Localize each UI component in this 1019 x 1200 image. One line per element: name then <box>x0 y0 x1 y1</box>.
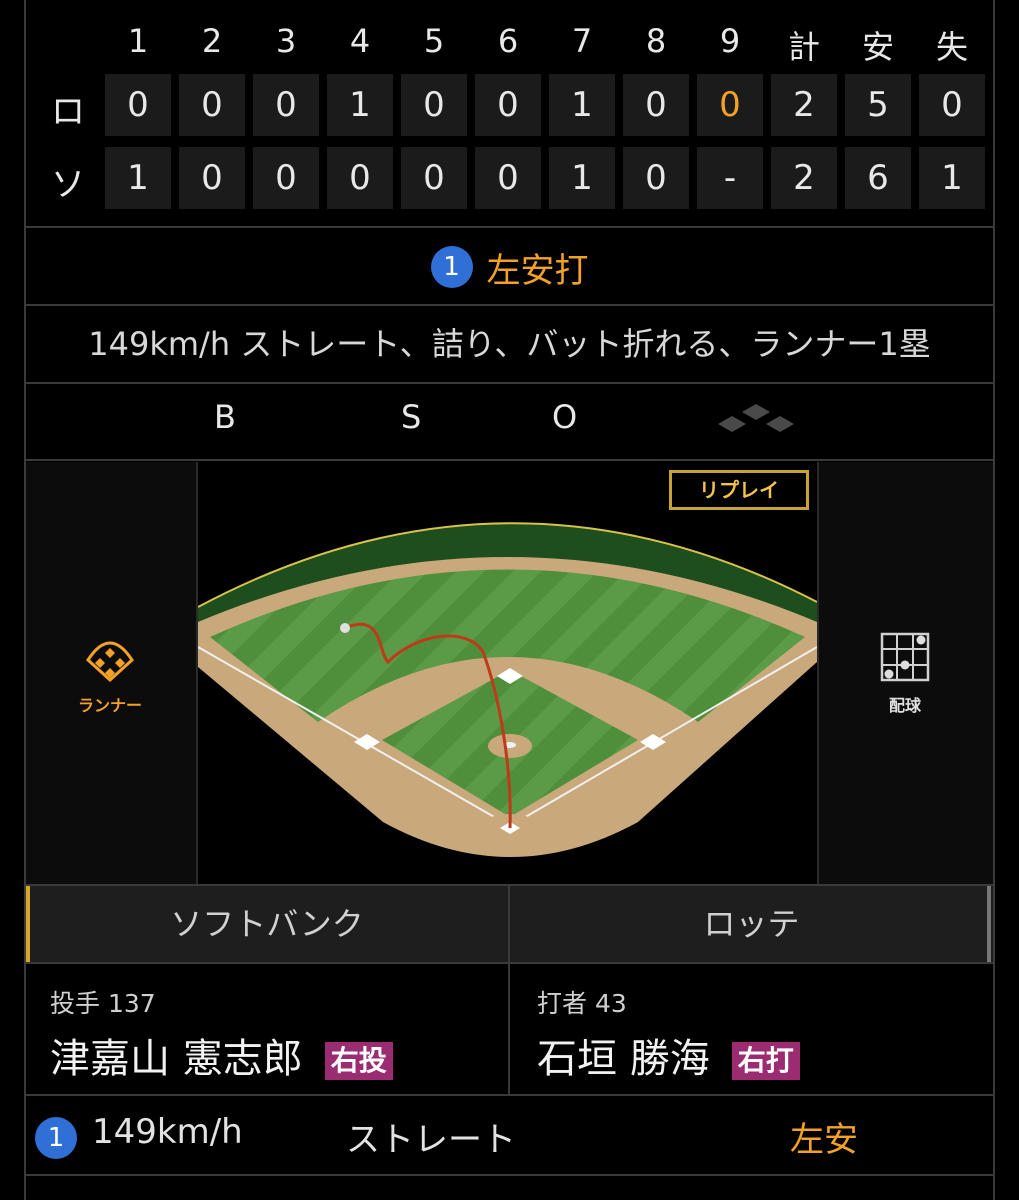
team-abbrev: ロ <box>51 92 85 132</box>
score-cell: 1 <box>919 147 985 209</box>
tab-softbank[interactable]: ソフトバンク <box>26 886 508 962</box>
divider <box>24 459 995 461</box>
score-cell: 0 <box>179 74 245 136</box>
out-count-label: O <box>552 398 578 436</box>
divider <box>24 226 995 228</box>
pitcher-role: 投手 137 <box>50 989 156 1018</box>
pitch-log-row[interactable]: 1 149km/h ストレート 左安 <box>26 1098 993 1174</box>
scoreboard-header: 6 <box>497 22 519 60</box>
score-cell: 0 <box>327 147 393 209</box>
divider <box>24 1094 995 1096</box>
scoreboard-header: 2 <box>201 22 223 60</box>
pitcher-name-row: 津嘉山 憲志郎 右投 <box>50 1026 393 1084</box>
batter-role: 打者 43 <box>537 989 627 1018</box>
scoreboard-header: 安 <box>861 28 894 66</box>
batter-name: 石垣 勝海 <box>537 1036 710 1082</box>
batter-hand-badge: 右打 <box>731 1042 800 1080</box>
tab-edge-indicator <box>987 886 991 962</box>
play-title: 左安打 <box>486 250 589 291</box>
runner-label[interactable]: ランナー <box>60 692 160 716</box>
score-cell: 1 <box>549 147 615 209</box>
score-cell: 1 <box>327 74 393 136</box>
score-cell: 2 <box>771 74 837 136</box>
strike-count-label: S <box>401 398 422 436</box>
score-cell: 5 <box>845 74 911 136</box>
pitcher-card: 投手 137 津嘉山 憲志郎 右投 <box>26 964 508 1094</box>
score-cell: 0 <box>475 147 541 209</box>
divider <box>817 462 819 884</box>
active-tab-indicator <box>26 886 30 962</box>
scoreboard-header: 4 <box>349 22 371 60</box>
runner-diamond-icon[interactable] <box>84 630 136 682</box>
divider <box>24 382 995 384</box>
score-cell: 0 <box>401 147 467 209</box>
play-header: 1 左安打 <box>26 230 993 304</box>
batter-card: 打者 43 石垣 勝海 右打 <box>510 964 993 1094</box>
score-cell: 2 <box>771 147 837 209</box>
scoreboard-header: 7 <box>571 22 593 60</box>
pitcher-hand-badge: 右投 <box>324 1042 393 1080</box>
batter-name-row: 石垣 勝海 右打 <box>537 1026 800 1084</box>
score-cell: 0 <box>401 74 467 136</box>
scoreboard-header: 1 <box>127 22 149 60</box>
scoreboard-header: 5 <box>423 22 445 60</box>
scoreboard-header: 計 <box>787 28 820 66</box>
tab-lotte[interactable]: ロッテ <box>510 886 993 962</box>
score-cell: 1 <box>105 147 171 209</box>
replay-button[interactable]: リプレイ <box>669 470 809 510</box>
score-cell: 0 <box>475 74 541 136</box>
pitch-speed: 149km/h <box>92 1112 243 1152</box>
score-cell: 0 <box>919 74 985 136</box>
score-cell: 0 <box>179 147 245 209</box>
pitch-result: 左安 <box>790 1120 858 1160</box>
frame-border-right <box>993 0 995 1200</box>
score-cell: 0 <box>623 147 689 209</box>
scoreboard-header: 3 <box>275 22 297 60</box>
divider <box>24 1174 995 1176</box>
scoreboard-header: 8 <box>645 22 667 60</box>
play-number-badge: 1 <box>430 246 473 288</box>
scoreboard-header: 失 <box>935 28 968 66</box>
ball-count-label: B <box>214 398 236 436</box>
scoreboard-header: 9 <box>719 22 741 60</box>
score-cell: 0 <box>253 74 319 136</box>
pitch-type: ストレート <box>346 1120 516 1160</box>
bases-indicator-icon <box>718 404 794 432</box>
score-cell: 0 <box>105 74 171 136</box>
play-description: 149km/h ストレート、詰り、バット折れる、ランナー1塁 <box>88 325 931 363</box>
pitch-chart-label[interactable]: 配球 <box>855 692 955 716</box>
score-cell: 0 <box>697 74 763 136</box>
pitch-chart-icon[interactable] <box>880 632 930 682</box>
pitch-number-badge: 1 <box>35 1117 77 1159</box>
score-cell: 1 <box>549 74 615 136</box>
team-abbrev: ソ <box>51 165 85 205</box>
score-cell: 0 <box>623 74 689 136</box>
score-cell: 0 <box>253 147 319 209</box>
baseball-field <box>198 522 817 857</box>
score-cell: - <box>697 147 763 209</box>
pitcher-name: 津嘉山 憲志郎 <box>50 1036 303 1082</box>
score-cell: 6 <box>845 147 911 209</box>
